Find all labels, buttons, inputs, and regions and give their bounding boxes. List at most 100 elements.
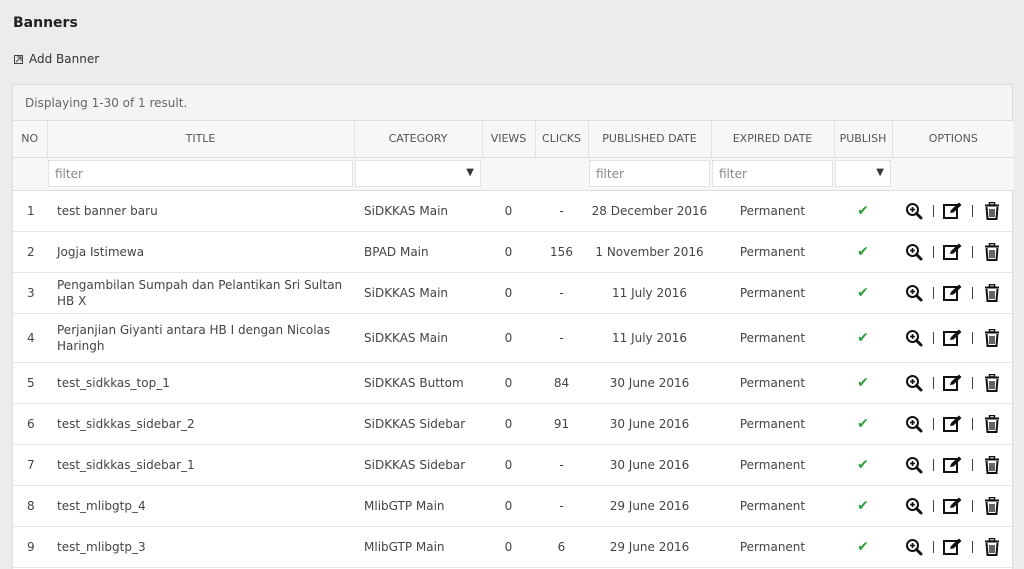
check-icon[interactable]: ✔ bbox=[857, 539, 869, 555]
check-icon[interactable]: ✔ bbox=[857, 457, 869, 473]
col-clicks[interactable]: CLICKS bbox=[535, 121, 589, 158]
row-no: 2 bbox=[13, 231, 47, 273]
check-icon[interactable]: ✔ bbox=[857, 285, 869, 301]
check-icon[interactable]: ✔ bbox=[857, 416, 869, 432]
trash-icon[interactable] bbox=[980, 241, 1004, 263]
publish-filter-select[interactable]: ▼ bbox=[835, 160, 891, 187]
row-no: 6 bbox=[13, 403, 47, 445]
table-body: 1 test banner baru SiDKKAS Main 0 - 28 D… bbox=[13, 190, 1014, 568]
zoom-in-icon[interactable] bbox=[902, 282, 926, 304]
row-clicks: 91 bbox=[535, 403, 588, 445]
filter-cell-options bbox=[892, 157, 1014, 191]
option-separator bbox=[933, 458, 934, 471]
edit-icon[interactable] bbox=[941, 241, 965, 263]
check-icon[interactable]: ✔ bbox=[857, 330, 869, 346]
check-icon[interactable]: ✔ bbox=[857, 203, 869, 219]
table-row: 8 test_mlibgtp_4 MlibGTP Main 0 - 29 Jun… bbox=[13, 485, 1014, 527]
check-icon[interactable]: ✔ bbox=[857, 498, 869, 514]
expired-filter-input[interactable]: filter bbox=[712, 160, 833, 187]
published-filter-input[interactable]: filter bbox=[589, 160, 710, 187]
zoom-in-icon[interactable] bbox=[902, 536, 926, 558]
option-separator bbox=[933, 331, 934, 344]
row-views: 0 bbox=[482, 444, 535, 486]
edit-icon[interactable] bbox=[941, 454, 965, 476]
row-options bbox=[892, 190, 1014, 232]
row-no: 4 bbox=[13, 313, 47, 363]
edit-icon[interactable] bbox=[941, 536, 965, 558]
filter-cell-title: filter bbox=[47, 157, 354, 191]
dropdown-arrow-icon: ▼ bbox=[876, 167, 884, 178]
trash-icon[interactable] bbox=[980, 372, 1004, 394]
row-category: SiDKKAS Sidebar bbox=[354, 403, 482, 445]
row-category: SiDKKAS Sidebar bbox=[354, 444, 482, 486]
category-filter-select[interactable]: ▼ bbox=[355, 160, 481, 187]
row-category: SiDKKAS Main bbox=[354, 190, 482, 232]
title-filter-input[interactable]: filter bbox=[48, 160, 353, 187]
row-no: 7 bbox=[13, 444, 47, 486]
row-title: test_sidkkas_sidebar_2 bbox=[47, 403, 354, 445]
row-views: 0 bbox=[482, 313, 535, 363]
col-no[interactable]: NO bbox=[13, 121, 48, 158]
col-options: OPTIONS bbox=[892, 121, 1014, 158]
edit-icon[interactable] bbox=[941, 282, 965, 304]
edit-icon[interactable] bbox=[941, 495, 965, 517]
zoom-in-icon[interactable] bbox=[902, 413, 926, 435]
edit-icon[interactable] bbox=[941, 200, 965, 222]
row-publish-cell: ✔ bbox=[834, 526, 892, 568]
grid-summary: Displaying 1-30 of 1 result. bbox=[13, 85, 1012, 121]
add-banner-link[interactable]: Add Banner bbox=[14, 52, 99, 66]
row-publish-cell: ✔ bbox=[834, 403, 892, 445]
banners-grid: Displaying 1-30 of 1 result. NO TITLE CA… bbox=[12, 84, 1014, 569]
check-icon[interactable]: ✔ bbox=[857, 244, 869, 260]
zoom-in-icon[interactable] bbox=[902, 495, 926, 517]
trash-icon[interactable] bbox=[980, 454, 1004, 476]
col-category[interactable]: CATEGORY bbox=[354, 121, 483, 158]
zoom-in-icon[interactable] bbox=[902, 454, 926, 476]
row-category: BPAD Main bbox=[354, 231, 482, 273]
trash-icon[interactable] bbox=[980, 282, 1004, 304]
edit-icon[interactable] bbox=[941, 372, 965, 394]
col-publish[interactable]: PUBLISH bbox=[834, 121, 893, 158]
trash-icon[interactable] bbox=[980, 413, 1004, 435]
option-separator bbox=[933, 286, 934, 299]
row-views: 0 bbox=[482, 362, 535, 404]
filter-cell-published: filter bbox=[588, 157, 711, 191]
edit-icon[interactable] bbox=[941, 327, 965, 349]
table-row: 9 test_mlibgtp_3 MlibGTP Main 0 6 29 Jun… bbox=[13, 526, 1014, 568]
option-separator bbox=[972, 204, 973, 217]
check-icon[interactable]: ✔ bbox=[857, 375, 869, 391]
row-views: 0 bbox=[482, 526, 535, 568]
zoom-in-icon[interactable] bbox=[902, 372, 926, 394]
row-published-date: 30 June 2016 bbox=[588, 362, 711, 404]
row-category: SiDKKAS Main bbox=[354, 272, 482, 314]
trash-icon[interactable] bbox=[980, 200, 1004, 222]
trash-icon[interactable] bbox=[980, 327, 1004, 349]
option-separator bbox=[933, 540, 934, 553]
row-publish-cell: ✔ bbox=[834, 313, 892, 363]
zoom-in-icon[interactable] bbox=[902, 327, 926, 349]
row-options bbox=[892, 526, 1014, 568]
trash-icon[interactable] bbox=[980, 536, 1004, 558]
trash-icon[interactable] bbox=[980, 495, 1004, 517]
row-views: 0 bbox=[482, 272, 535, 314]
edit-icon[interactable] bbox=[941, 413, 965, 435]
col-expired-date[interactable]: EXPIRED DATE bbox=[711, 121, 835, 158]
row-title: test_mlibgtp_4 bbox=[47, 485, 354, 527]
row-published-date: 30 June 2016 bbox=[588, 403, 711, 445]
row-expired-date: Permanent bbox=[711, 313, 834, 363]
row-options bbox=[892, 444, 1014, 486]
filter-cell-views bbox=[482, 157, 535, 191]
row-no: 1 bbox=[13, 190, 47, 232]
zoom-in-icon[interactable] bbox=[902, 200, 926, 222]
row-clicks: - bbox=[535, 190, 588, 232]
add-icon bbox=[14, 54, 23, 64]
col-views[interactable]: VIEWS bbox=[482, 121, 536, 158]
option-separator bbox=[972, 458, 973, 471]
option-separator bbox=[933, 376, 934, 389]
row-published-date: 28 December 2016 bbox=[588, 190, 711, 232]
col-published-date[interactable]: PUBLISHED DATE bbox=[588, 121, 712, 158]
option-separator bbox=[972, 376, 973, 389]
col-title[interactable]: TITLE bbox=[47, 121, 355, 158]
zoom-in-icon[interactable] bbox=[902, 241, 926, 263]
row-publish-cell: ✔ bbox=[834, 444, 892, 486]
